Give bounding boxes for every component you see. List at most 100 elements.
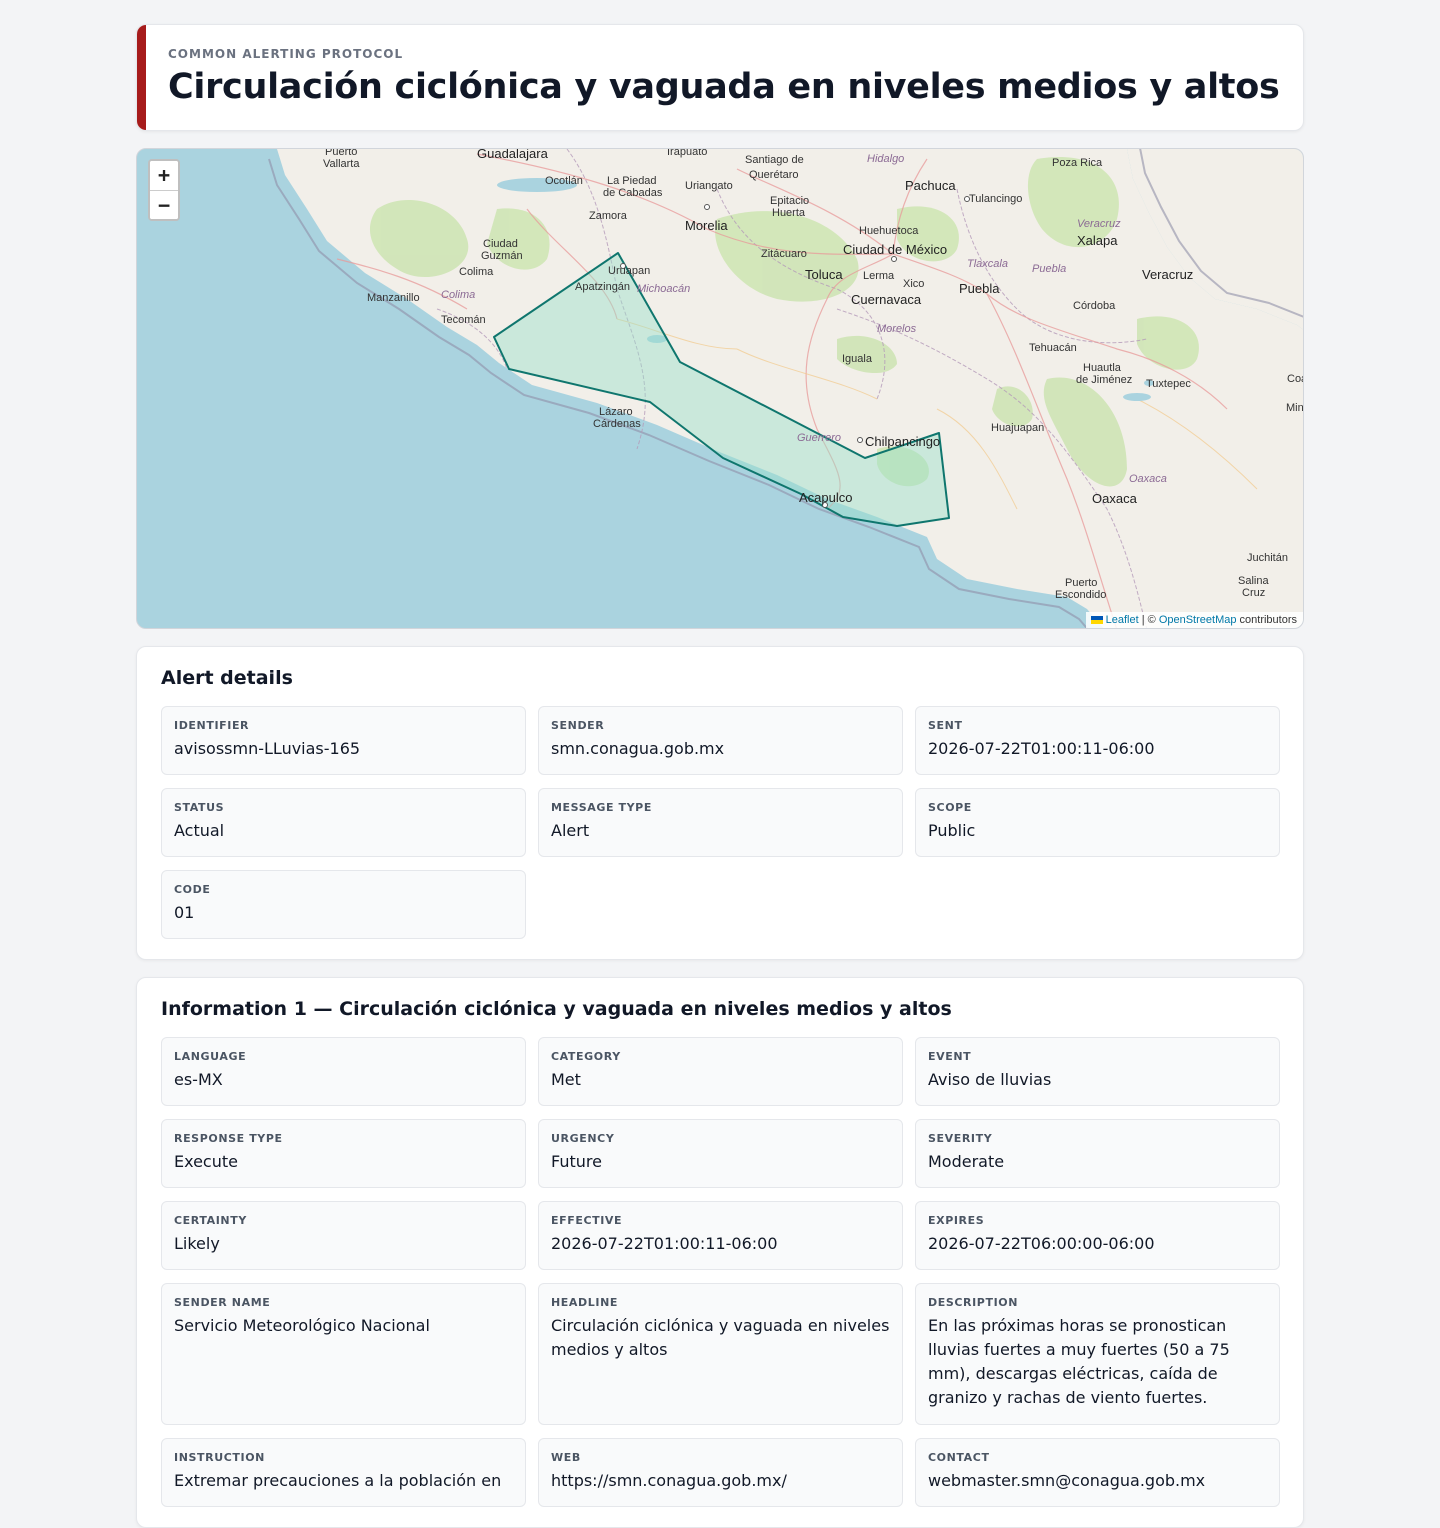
label-guadalajara: Guadalajara bbox=[477, 149, 549, 161]
label-xico: Xico bbox=[903, 278, 924, 290]
field-code: Code 01 bbox=[161, 870, 526, 939]
field-urgency: Urgency Future bbox=[538, 1119, 903, 1188]
openstreetmap-link[interactable]: OpenStreetMap bbox=[1159, 614, 1237, 626]
zoom-out-button[interactable]: − bbox=[150, 190, 178, 219]
field-status: Status Actual bbox=[161, 788, 526, 857]
label-ciudad-guzman-1: Ciudad bbox=[483, 238, 518, 250]
label-zamora: Zamora bbox=[589, 210, 628, 222]
alert-details-title: Alert details bbox=[161, 667, 293, 689]
field-value: avisossmn-LLuvias-165 bbox=[174, 739, 361, 758]
field-label: Identifier bbox=[174, 719, 250, 732]
label-guerrero: Guerrero bbox=[797, 432, 841, 444]
field-value: Actual bbox=[174, 821, 225, 840]
field-certainty: Certainty Likely bbox=[161, 1201, 526, 1270]
field-value: Extremar precauciones a la población en bbox=[174, 1471, 502, 1490]
alert-details-grid: Identifier avisossmn-LLuvias-165 Sender smn… bbox=[161, 706, 1280, 939]
label-uriangato: Uriangato bbox=[685, 180, 733, 192]
field-label: Contact bbox=[928, 1451, 990, 1464]
label-tulancingo: Tulancingo bbox=[969, 193, 1022, 205]
label-manzanillo: Manzanillo bbox=[367, 292, 420, 304]
field-severity: Severity Moderate bbox=[915, 1119, 1280, 1188]
label-huautla-2: de Jiménez bbox=[1076, 374, 1132, 386]
label-puerto-escondido-2: Escondido bbox=[1055, 589, 1106, 601]
label-xalapa: Xalapa bbox=[1077, 233, 1118, 248]
field-value: Alert bbox=[551, 821, 590, 840]
label-lazaro-1: Lázaro bbox=[599, 406, 633, 418]
field-label: Web bbox=[551, 1451, 581, 1464]
label-tlaxcala: Tlaxcala bbox=[967, 258, 1008, 270]
header-accent-bar bbox=[137, 25, 146, 130]
label-santiago-1: Santiago de bbox=[745, 154, 804, 166]
field-label: Expires bbox=[928, 1214, 985, 1227]
field-scope: Scope Public bbox=[915, 788, 1280, 857]
information-title: Information 1 — Circulación ciclónica y … bbox=[161, 998, 952, 1020]
field-event: Event Aviso de lluvias bbox=[915, 1037, 1280, 1106]
field-label: Language bbox=[174, 1050, 247, 1063]
field-identifier: Identifier avisossmn-LLuvias-165 bbox=[161, 706, 526, 775]
alert-details-card: Alert details Identifier avisossmn-LLuvia… bbox=[136, 646, 1304, 960]
label-puebla-city: Puebla bbox=[959, 281, 1000, 296]
label-santiago-2: Querétaro bbox=[749, 169, 799, 181]
label-puebla-state: Puebla bbox=[1032, 263, 1066, 275]
label-huautla-1: Huautla bbox=[1083, 362, 1122, 374]
field-instruction: Instruction Extremar precauciones a la po… bbox=[161, 1438, 526, 1507]
page-container: Common Alerting Protocol Circulación cic… bbox=[136, 24, 1304, 1528]
field-value: webmaster.smn@conagua.gob.mx bbox=[928, 1471, 1206, 1490]
label-veracruz-city: Veracruz bbox=[1142, 267, 1193, 282]
label-salina-cruz-1: Salina bbox=[1238, 575, 1269, 587]
label-puerto-vallarta-1: Puerto bbox=[325, 149, 357, 158]
label-epitacio-2: Huerta bbox=[772, 207, 806, 219]
label-pachuca: Pachuca bbox=[905, 178, 956, 193]
field-value: Met bbox=[551, 1070, 581, 1089]
map-attribution: Leaflet | © OpenStreetMap contributors bbox=[1085, 612, 1303, 628]
field-label: Urgency bbox=[551, 1132, 615, 1145]
field-label: Category bbox=[551, 1050, 621, 1063]
label-huajuapan: Huajuapan bbox=[991, 422, 1044, 434]
field-value: 2026-07-22T06:00:00-06:00 bbox=[928, 1234, 1155, 1253]
page-header: Common Alerting Protocol Circulación cic… bbox=[136, 24, 1304, 131]
label-salina-cruz-2: Cruz bbox=[1242, 587, 1265, 599]
field-value: 2026-07-22T01:00:11-06:00 bbox=[928, 739, 1155, 758]
field-value: es-MX bbox=[174, 1070, 223, 1089]
field-sender-name: Sender name Servicio Meteorológico Nacion… bbox=[161, 1283, 526, 1425]
alert-area-map[interactable]: Puerto Vallarta Guadalajara Ocotlán La P… bbox=[136, 148, 1304, 629]
field-value: https://smn.conagua.gob.mx/ bbox=[551, 1471, 787, 1490]
information-grid: Language es-MX Category Met Event Aviso de ll… bbox=[161, 1037, 1280, 1507]
field-value: Execute bbox=[174, 1152, 238, 1171]
attribution-suffix: contributors bbox=[1236, 614, 1297, 626]
field-expires: Expires 2026-07-22T06:00:00-06:00 bbox=[915, 1201, 1280, 1270]
field-value: Aviso de lluvias bbox=[928, 1070, 1052, 1089]
label-zitacuaro: Zitácuaro bbox=[761, 248, 807, 260]
label-la-piedad-1: La Piedad bbox=[607, 175, 657, 187]
field-label: Severity bbox=[928, 1132, 993, 1145]
label-apatzingan: Apatzingán bbox=[575, 281, 630, 293]
field-value: 01 bbox=[174, 903, 195, 922]
header-kicker: Common Alerting Protocol bbox=[168, 47, 404, 61]
label-tuxtepec: Tuxtepec bbox=[1146, 378, 1191, 390]
label-michoacan: Michoacán bbox=[637, 283, 690, 295]
field-value: Likely bbox=[174, 1234, 220, 1253]
label-ciudad-mexico: Ciudad de México bbox=[843, 242, 947, 257]
field-message-type: Message type Alert bbox=[538, 788, 903, 857]
field-value: Public bbox=[928, 821, 976, 840]
label-min: Min bbox=[1286, 402, 1304, 414]
label-morelos: Morelos bbox=[877, 323, 917, 335]
field-label: Description bbox=[928, 1296, 1019, 1309]
zoom-in-button[interactable]: + bbox=[150, 161, 178, 190]
field-category: Category Met bbox=[538, 1037, 903, 1106]
label-irapuato: Irapuato bbox=[667, 149, 707, 158]
field-value: En las próximas horas se pronostican llu… bbox=[928, 1316, 1230, 1407]
field-label: Instruction bbox=[174, 1451, 265, 1464]
field-label: Sent bbox=[928, 719, 963, 732]
label-acapulco: Acapulco bbox=[799, 490, 852, 505]
label-cordoba: Córdoba bbox=[1073, 300, 1116, 312]
field-effective: Effective 2026-07-22T01:00:11-06:00 bbox=[538, 1201, 903, 1270]
field-value: Circulación ciclónica y vaguada en nivel… bbox=[551, 1316, 890, 1359]
field-label: Sender name bbox=[174, 1296, 271, 1309]
field-value: Moderate bbox=[928, 1152, 1005, 1171]
label-tecoman: Tecomán bbox=[441, 314, 486, 326]
leaflet-link[interactable]: Leaflet bbox=[1106, 614, 1139, 626]
label-iguala: Iguala bbox=[842, 353, 873, 365]
label-ocotlan: Ocotlán bbox=[545, 175, 583, 187]
field-label: Certainty bbox=[174, 1214, 247, 1227]
